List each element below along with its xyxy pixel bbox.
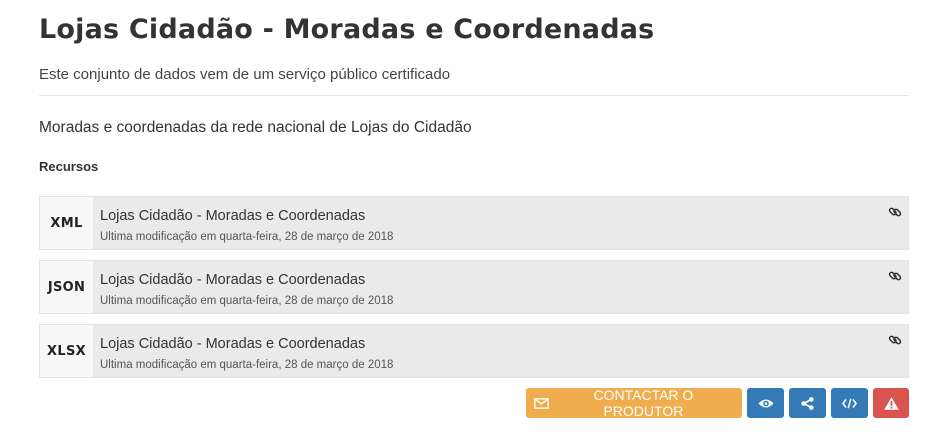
link-icon[interactable] bbox=[888, 269, 902, 283]
resource-title[interactable]: Lojas Cidadão - Moradas e Coordenadas bbox=[100, 208, 365, 224]
share-button[interactable] bbox=[789, 388, 826, 418]
share-icon bbox=[801, 396, 814, 410]
resource-title[interactable]: Lojas Cidadão - Moradas e Coordenadas bbox=[100, 272, 365, 288]
code-icon bbox=[842, 398, 857, 408]
resource-modified-date: Ultima modificação em quarta-feira, 28 d… bbox=[100, 359, 394, 371]
link-icon[interactable] bbox=[888, 333, 902, 347]
dataset-description: Moradas e coordenadas da rede nacional d… bbox=[39, 119, 472, 136]
contact-producer-label: CONTACTAR O PRODUTOR bbox=[593, 387, 694, 419]
page-title: Lojas Cidadão - Moradas e Coordenadas bbox=[39, 14, 655, 45]
resources-heading: Recursos bbox=[39, 159, 99, 174]
resource-modified-date: Ultima modificação em quarta-feira, 28 d… bbox=[100, 231, 394, 243]
link-icon[interactable] bbox=[888, 205, 902, 219]
dataset-page: Lojas Cidadão - Moradas e Coordenadas Es… bbox=[0, 0, 934, 432]
resource-format-badge: JSON bbox=[40, 261, 94, 313]
contact-producer-button[interactable]: CONTACTAR O PRODUTOR bbox=[526, 387, 742, 419]
report-button[interactable] bbox=[873, 388, 909, 418]
resource-modified-date: Ultima modificação em quarta-feira, 28 d… bbox=[100, 295, 394, 307]
resource-item-xlsx[interactable]: XLSX Lojas Cidadão - Moradas e Coordenad… bbox=[39, 324, 909, 378]
warning-icon bbox=[883, 396, 899, 410]
resource-format-badge: XML bbox=[40, 197, 94, 249]
envelope-icon bbox=[534, 397, 549, 409]
action-bar: CONTACTAR O PRODUTOR bbox=[526, 387, 909, 419]
embed-button[interactable] bbox=[831, 388, 868, 418]
eye-icon bbox=[758, 399, 773, 407]
divider bbox=[39, 95, 909, 96]
resource-format-badge: XLSX bbox=[40, 325, 94, 377]
resource-title[interactable]: Lojas Cidadão - Moradas e Coordenadas bbox=[100, 336, 365, 352]
resource-item-xml[interactable]: XML Lojas Cidadão - Moradas e Coordenada… bbox=[39, 196, 909, 250]
certification-notice: Este conjunto de dados vem de um serviço… bbox=[39, 66, 451, 83]
preview-button[interactable] bbox=[747, 388, 784, 418]
resource-item-json[interactable]: JSON Lojas Cidadão - Moradas e Coordenad… bbox=[39, 260, 909, 314]
